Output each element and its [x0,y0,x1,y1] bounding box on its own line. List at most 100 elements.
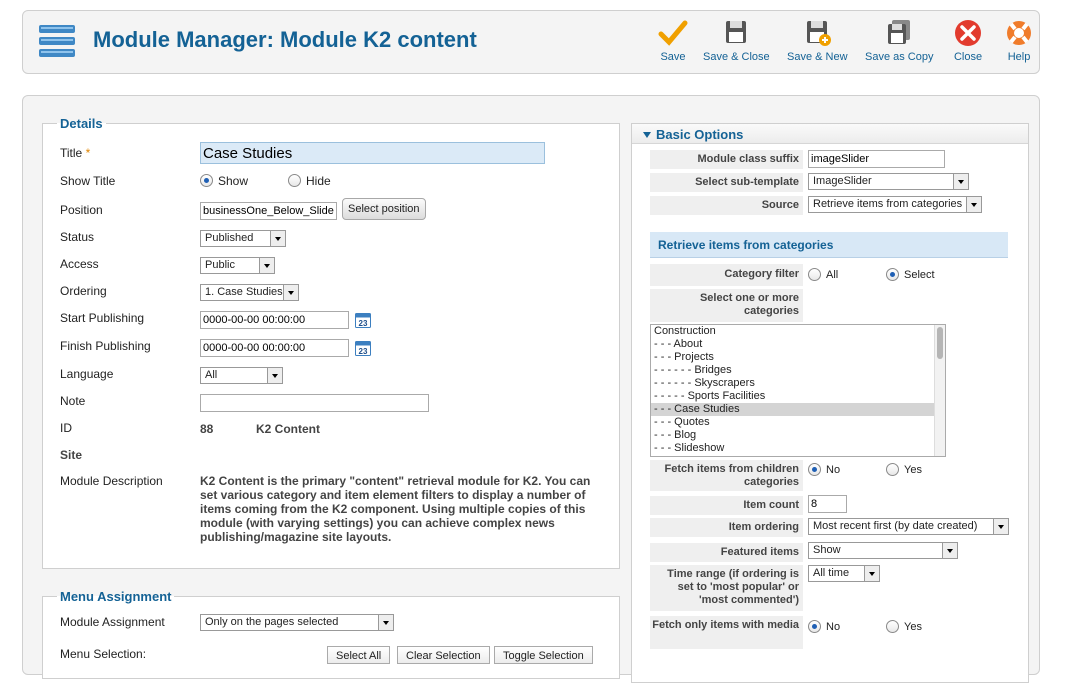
category-filter-select-label: Select [904,269,935,281]
featured-items-select[interactable]: Show [808,542,958,559]
status-label: Status [60,230,95,244]
category-option[interactable]: - - - About [651,338,934,351]
chevron-down-icon [275,237,281,241]
media-only-yes-radio[interactable] [886,620,899,633]
floppy-disks-icon [888,20,911,44]
title-label: Title * [60,146,90,160]
item-ordering-label: Item ordering [650,518,803,537]
item-count-label: Item count [650,496,803,515]
category-option[interactable]: - - - - - - Skyscrapers [651,377,934,390]
lifebuoy-icon [1007,21,1031,45]
position-input[interactable] [200,202,337,220]
show-title-show-radio[interactable] [200,174,213,187]
chevron-down-icon [383,621,389,625]
title-label-text: Title [60,146,83,160]
id-label: ID [60,421,72,435]
module-assignment-label: Module Assignment [60,615,165,629]
required-mark: * [85,146,91,160]
subtemplate-select[interactable]: ImageSlider [808,173,969,190]
time-range-value: All time [813,567,850,579]
start-publishing-input[interactable] [200,311,349,329]
help-button[interactable]: Help [1003,19,1035,63]
note-label: Note [60,394,86,408]
class-suffix-label: Module class suffix [650,150,803,169]
category-filter-all-radio[interactable] [808,268,821,281]
status-select[interactable]: Published [200,230,286,247]
help-label: Help [1007,51,1031,63]
save-close-button[interactable]: Save & Close [703,19,770,63]
chevron-down-icon [971,203,977,207]
show-title-hide-radio[interactable] [288,174,301,187]
category-option[interactable]: - - - Projects [651,351,934,364]
category-listbox[interactable]: Construction - - - About - - - Projects … [650,324,946,457]
module-type-value: K2 Content [256,422,320,436]
ordering-select[interactable]: 1. Case Studies [200,284,299,301]
select-categories-label: Select one or more categories [650,289,803,322]
basic-options-title: Basic Options [656,127,744,142]
access-select[interactable]: Public [200,257,275,274]
language-select[interactable]: All [200,367,283,384]
calendar-icon[interactable]: 23 [355,312,371,328]
category-scrollbar[interactable] [934,325,945,456]
category-filter-label: Category filter [650,264,803,286]
media-only-no-radio[interactable] [808,620,821,633]
clear-selection-button[interactable]: Clear Selection [397,646,490,664]
floppy-disk-icon [726,21,747,43]
category-option[interactable]: - - - Slideshow [651,442,934,455]
fetch-children-no-label: No [826,464,841,476]
calendar-day: 23 [359,319,368,328]
featured-items-label: Featured items [650,543,803,562]
position-label: Position [60,203,103,217]
ordering-label: Ordering [60,284,107,298]
chevron-down-icon [272,374,278,378]
save-button[interactable]: Save [657,19,689,63]
fetch-children-yes-radio[interactable] [886,463,899,476]
category-option[interactable]: - - - - - Sports Facilities [651,390,934,403]
save-copy-button[interactable]: Save as Copy [865,19,933,63]
save-new-label: Save & New [787,51,848,63]
toggle-selection-button[interactable]: Toggle Selection [494,646,593,664]
category-option[interactable]: - - - Quotes [651,416,934,429]
module-assignment-value: Only on the pages selected [205,616,339,628]
menu-assignment-legend: Menu Assignment [60,589,172,604]
calendar-icon[interactable]: 23 [355,340,371,356]
fetch-children-no-radio[interactable] [808,463,821,476]
module-description-text: K2 Content is the primary "content" retr… [200,474,591,544]
calendar-day: 23 [359,347,368,356]
access-value: Public [205,259,235,271]
chevron-down-icon [947,549,953,553]
collapse-arrow-icon [643,132,651,138]
note-input[interactable] [200,394,429,412]
category-option[interactable]: - - - - - - Bridges [651,364,934,377]
source-select[interactable]: Retrieve items from categories [808,196,982,213]
item-ordering-select[interactable]: Most recent first (by date created) [808,518,1009,535]
save-new-button[interactable]: Save & New [787,19,848,63]
item-ordering-value: Most recent first (by date created) [813,520,978,532]
close-icon [955,20,981,46]
time-range-select[interactable]: All time [808,565,880,582]
checkmark-icon [658,20,688,46]
select-all-button[interactable]: Select All [327,646,391,664]
finish-publishing-input[interactable] [200,339,349,357]
category-option[interactable]: Construction [651,325,934,338]
select-position-button[interactable]: Select position [342,198,426,220]
title-input[interactable] [200,142,545,164]
save-label: Save [660,51,686,63]
close-button[interactable]: Close [952,19,984,63]
class-suffix-input[interactable] [808,150,945,168]
subtemplate-value: ImageSlider [813,175,872,187]
toolbar: Module Manager: Module K2 content Save S… [22,10,1040,74]
category-option-selected[interactable]: - - - Case Studies [651,403,934,416]
id-value: 88 [200,422,214,436]
floppy-disk-plus-icon [807,21,832,46]
category-option[interactable]: - - - Blog [651,429,934,442]
category-filter-select-radio[interactable] [886,268,899,281]
language-label: Language [60,367,114,381]
scrollbar-thumb[interactable] [937,327,943,359]
item-count-input[interactable] [808,495,847,513]
chevron-down-icon [958,180,964,184]
media-only-no-label: No [826,621,841,633]
module-assignment-select[interactable]: Only on the pages selected [200,614,394,631]
basic-options-header[interactable]: Basic Options [632,124,1028,144]
menu-selection-label: Menu Selection: [60,647,147,661]
